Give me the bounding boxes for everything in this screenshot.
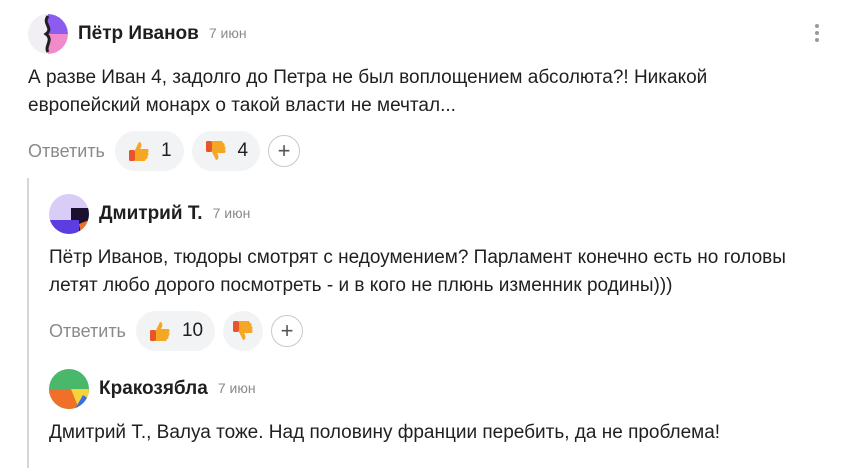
thumbs-down-icon xyxy=(233,321,253,340)
reply-button[interactable]: Ответить xyxy=(49,321,126,342)
dislike-count: 4 xyxy=(237,140,249,161)
like-button[interactable]: 10 xyxy=(135,311,216,351)
comment-header: Пётр Иванов 7 июн xyxy=(28,14,828,54)
comment-actions: Ответить 10 + xyxy=(49,311,829,351)
more-vertical-icon[interactable] xyxy=(811,22,823,46)
comment-text: А разве Иван 4, задолго до Петра не был … xyxy=(28,67,708,116)
comment-dmitriy: Дмитрий Т. 7 июн Пётр Иванов, тюдоры смо… xyxy=(49,194,829,351)
add-reaction-button[interactable]: + xyxy=(271,315,304,347)
author-name[interactable]: Пётр Иванов xyxy=(78,23,199,45)
comment-text: Дмитрий Т., Валуа тоже. Над половину фра… xyxy=(49,422,721,443)
comment-header: Дмитрий Т. 7 июн xyxy=(49,194,829,234)
like-count: 10 xyxy=(181,320,204,341)
avatar[interactable] xyxy=(49,194,89,234)
comment-krakozyabla: Кракозябла 7 июн Дмитрий Т., Валуа тоже.… xyxy=(49,369,829,447)
reply-button[interactable]: Ответить xyxy=(28,141,105,162)
like-count: 1 xyxy=(160,140,172,161)
dislike-button[interactable]: 4 xyxy=(191,131,261,171)
comment-date: 7 июн xyxy=(217,380,256,396)
comment-header: Кракозябла 7 июн xyxy=(49,369,829,409)
thumbs-up-icon xyxy=(128,142,149,161)
thread-line xyxy=(27,178,29,468)
thumbs-up-icon xyxy=(149,322,170,341)
add-reaction-button[interactable]: + xyxy=(268,135,301,167)
comment-date: 7 июн xyxy=(208,25,247,41)
author-name[interactable]: Кракозябла xyxy=(99,378,208,400)
like-button[interactable]: 1 xyxy=(114,131,184,171)
dislike-button[interactable] xyxy=(223,311,264,351)
author-name[interactable]: Дмитрий Т. xyxy=(99,203,203,225)
thumbs-down-icon xyxy=(205,141,226,160)
avatar[interactable] xyxy=(28,14,68,54)
comment-date: 7 июн xyxy=(212,205,251,221)
avatar[interactable] xyxy=(49,369,89,409)
comment-actions: Ответить 1 4 + xyxy=(28,131,828,171)
comment-text: Пётр Иванов, тюдоры смотрят с недоумение… xyxy=(49,247,786,296)
comment-petr: Пётр Иванов 7 июн А разве Иван 4, задолг… xyxy=(28,14,828,171)
